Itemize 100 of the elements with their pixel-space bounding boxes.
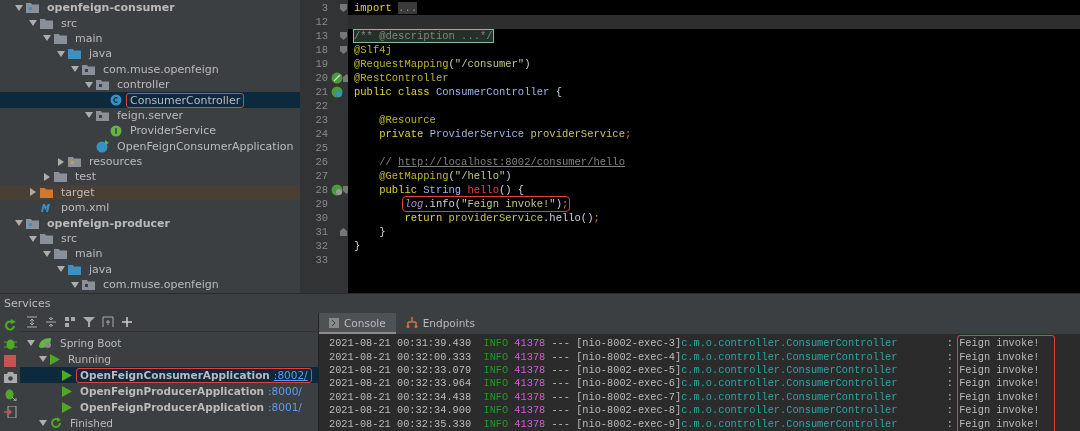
log-logger: c.m.o.controller.ConsumerController — [681, 350, 899, 365]
tree-item[interactable]: OpenFeignConsumerApplication — [0, 138, 300, 154]
tree-item[interactable]: main — [0, 246, 300, 262]
fold-icon[interactable] — [340, 4, 347, 12]
folder-icon — [68, 48, 81, 60]
code-token: import — [354, 2, 393, 14]
line-number: 20 — [314, 71, 329, 85]
tree-item[interactable]: src — [0, 15, 300, 31]
service-item[interactable]: Finished — [20, 415, 318, 431]
fold-icon[interactable] — [340, 32, 347, 40]
expanded-arrow-icon[interactable] — [39, 419, 47, 427]
group-icon[interactable] — [64, 316, 76, 328]
log-thread: [nio-8002-exec-7] — [576, 390, 682, 405]
debug-icon[interactable] — [3, 337, 17, 350]
tree-item[interactable]: ConsumerController — [0, 92, 300, 108]
tree-item[interactable]: openfeign-producer — [0, 215, 300, 231]
service-item[interactable]: OpenFeignConsumerApplication :8002/ — [20, 367, 318, 383]
code-token: ... — [398, 2, 417, 14]
folder-icon — [96, 109, 109, 121]
tree-item[interactable]: resources — [0, 153, 300, 170]
code-token: } — [354, 240, 361, 252]
folder-icon — [26, 217, 39, 229]
tree-item[interactable]: controller — [0, 76, 300, 93]
code-token: // — [378, 156, 393, 168]
service-item[interactable]: OpenFeignProducerApplication :8001/ — [20, 399, 318, 415]
expanded-arrow-icon[interactable] — [85, 111, 93, 120]
tree-item[interactable]: src — [0, 230, 300, 247]
class-icon — [110, 94, 122, 107]
port-link[interactable]: :8001/ — [268, 400, 302, 413]
tree-item[interactable]: java — [0, 46, 300, 62]
add-icon[interactable] — [121, 316, 133, 328]
tree-item[interactable]: openfeign-consumer — [0, 0, 300, 16]
tree-item[interactable]: target — [0, 184, 300, 201]
log-separator: --- — [551, 390, 571, 405]
log-message: Feign invoke! — [959, 337, 1040, 351]
camera-icon[interactable] — [3, 372, 17, 383]
port-link[interactable]: :8000/ — [268, 384, 302, 397]
tree-item[interactable]: test — [0, 169, 300, 185]
rerun-icon[interactable] — [3, 319, 17, 332]
line-number: 27 — [314, 169, 329, 183]
log-logger: c.m.o.controller.ConsumerController — [681, 417, 899, 431]
rerun-icon — [50, 417, 62, 429]
exit-icon[interactable] — [3, 406, 17, 418]
code-token: @Resource — [378, 114, 436, 126]
interface-icon — [110, 124, 122, 137]
log-message: Feign invoke! — [959, 404, 1040, 418]
web-endpoint-icon[interactable] — [331, 184, 343, 196]
folder-icon — [68, 263, 81, 275]
service-item[interactable]: Spring Boot — [20, 335, 318, 351]
bean-icon[interactable] — [331, 72, 343, 84]
code-token: @RequestMapping — [354, 58, 449, 70]
port-link[interactable]: :8002/ — [273, 368, 308, 381]
log-level: INFO — [483, 337, 510, 351]
log-level: INFO — [483, 404, 510, 418]
filter-icon[interactable] — [83, 316, 95, 328]
log-separator: --- — [551, 404, 571, 418]
folder-icon — [96, 79, 109, 91]
services-title: Services — [0, 293, 1080, 313]
log-level: INFO — [483, 350, 510, 365]
service-item[interactable]: OpenFeignProducerApplication :8000/ — [20, 383, 318, 399]
code-token: @GetMapping — [378, 170, 449, 182]
service-item[interactable]: Running — [20, 351, 318, 367]
line-number: 24 — [314, 127, 329, 141]
log-level: INFO — [483, 377, 510, 391]
add-service-icon[interactable] — [102, 316, 114, 328]
fold-icon[interactable] — [340, 228, 347, 236]
fold-icon[interactable] — [340, 46, 347, 54]
debug-icon[interactable] — [3, 388, 17, 401]
code-token: .info( — [423, 198, 462, 210]
code-token: ; — [593, 212, 600, 224]
tree-item[interactable]: com.muse.openfeign — [0, 277, 300, 293]
collapse-all-icon[interactable] — [45, 316, 57, 328]
log-level: INFO — [483, 364, 510, 378]
code-editor[interactable] — [348, 0, 1080, 293]
tree-item[interactable]: pom.xml — [0, 200, 300, 216]
line-number: 31 — [314, 225, 329, 239]
log-pid: 41378 — [514, 390, 547, 405]
tree-item[interactable]: feign.server — [0, 107, 300, 124]
spring-leaf-icon — [38, 337, 52, 349]
log-message: Feign invoke! — [959, 350, 1040, 365]
panel-tab[interactable]: Console — [319, 313, 396, 335]
log-thread: [nio-8002-exec-9] — [576, 417, 682, 431]
maven-icon — [40, 202, 53, 214]
line-number: 12 — [314, 15, 329, 29]
tree-item[interactable]: main — [0, 30, 300, 47]
line-number: 19 — [314, 57, 329, 71]
panel-tab[interactable]: Endpoints — [395, 313, 485, 335]
code-token: @Slf4j — [354, 44, 392, 56]
log-separator: : — [946, 404, 955, 418]
tree-item[interactable]: ProviderService — [0, 123, 300, 139]
line-number: 32 — [314, 239, 329, 253]
tree-item[interactable]: com.muse.openfeign — [0, 61, 300, 77]
tree-item[interactable]: java — [0, 261, 300, 278]
log-separator: : — [946, 390, 955, 405]
code-token: ( — [448, 170, 455, 182]
log-level: INFO — [483, 417, 510, 431]
expand-all-icon[interactable] — [26, 316, 38, 328]
line-number: 22 — [314, 99, 329, 113]
code-link[interactable]: http://localhost:8002/consumer/hello — [398, 156, 625, 168]
log-separator: : — [946, 337, 955, 351]
